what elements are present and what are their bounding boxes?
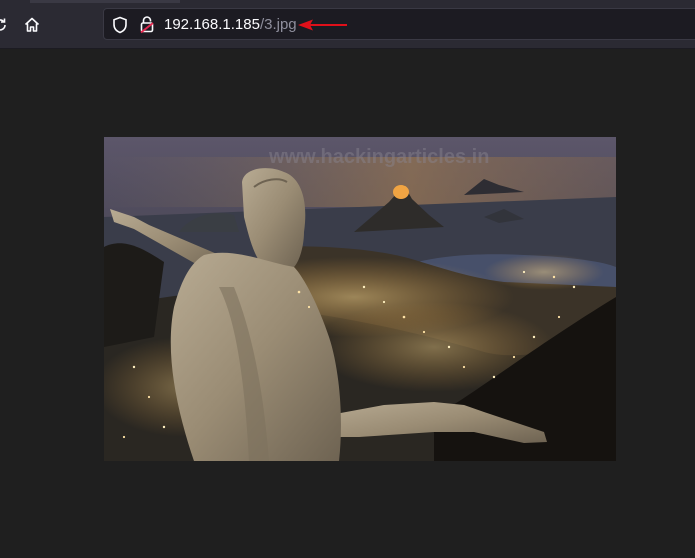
rio-night-photo: www.hackingarticles.in — [104, 137, 616, 461]
displayed-image[interactable]: www.hackingarticles.in — [104, 137, 616, 461]
shield-icon[interactable] — [112, 16, 128, 34]
tab-strip-edge — [30, 0, 180, 3]
home-button[interactable] — [20, 12, 44, 38]
url-host: 192.168.1.185 — [164, 16, 260, 33]
reload-icon — [0, 18, 6, 31]
image-watermark: www.hackingarticles.in — [268, 146, 489, 168]
reload-button[interactable] — [0, 12, 10, 38]
url-path: /3.jpg — [259, 16, 297, 33]
browser-toolbar: 192.168.1.185/3.jpg — [0, 0, 695, 49]
address-bar[interactable]: 192.168.1.185/3.jpg — [103, 8, 695, 40]
url-text[interactable]: 192.168.1.185/3.jpg — [164, 16, 297, 33]
home-icon — [24, 17, 40, 32]
insecure-lock-icon[interactable] — [139, 15, 155, 34]
red-arrow-icon — [298, 19, 347, 31]
